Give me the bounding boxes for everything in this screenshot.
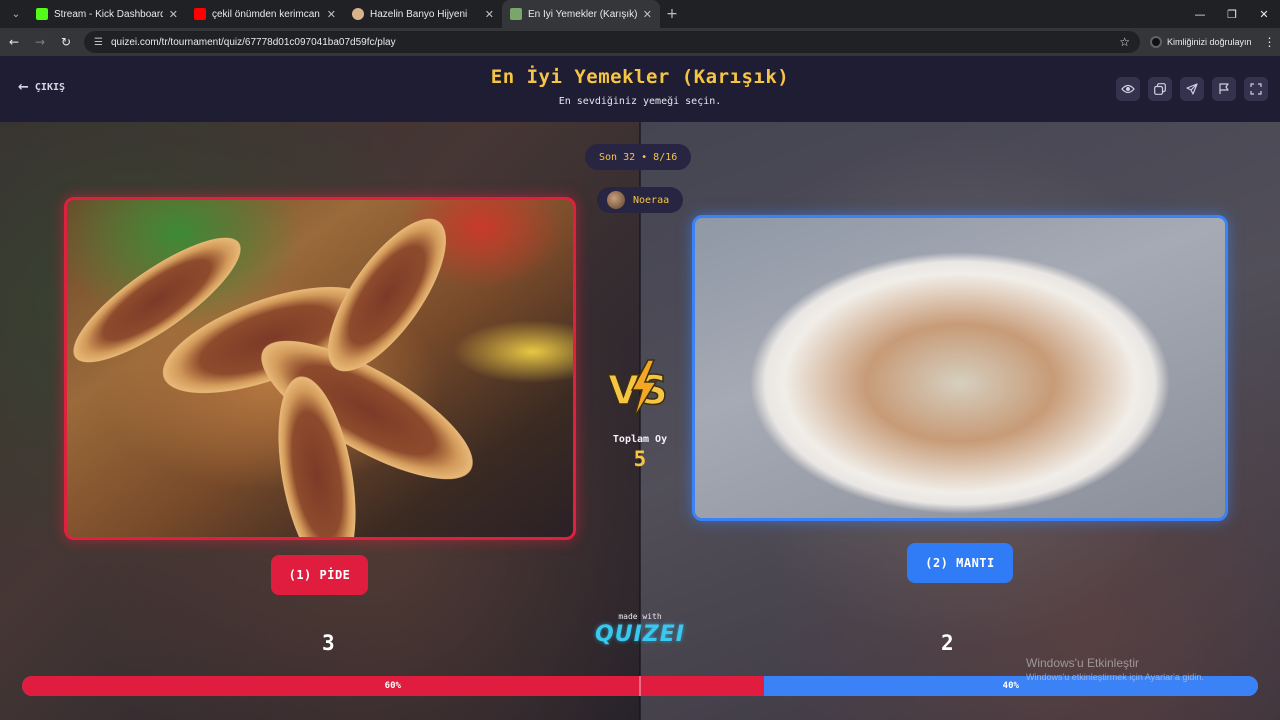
avatar-favicon-icon [352, 8, 364, 20]
browser-tab-hazelin[interactable]: Hazelin Banyo Hijyeni ✕ [344, 0, 502, 28]
browser-tab-strip: ⌄ Stream - Kick Dashboard ✕ çekil önümde… [0, 0, 1280, 28]
new-tab-plus-icon[interactable]: + [660, 6, 684, 22]
windows-activation-watermark: Windows'u Etkinleştir Windows'u etkinleş… [1026, 656, 1204, 682]
user-badge: Noeraa [597, 187, 684, 213]
quiz-subtitle: En sevdiğiniz yemeği seçin. [558, 96, 722, 107]
window-controls: — ❐ ✕ [1184, 0, 1280, 28]
tab-title: Stream - Kick Dashboard [54, 8, 163, 20]
tab-title: En İyi Yemekler (Karışık) - Tier List [528, 8, 637, 20]
total-votes-label: Toplam Oy [612, 434, 668, 445]
kick-favicon-icon [36, 8, 48, 20]
close-tab-icon[interactable]: ✕ [643, 8, 652, 21]
tab-title: çekil önümden kerimcan durmaz [212, 8, 321, 20]
quiz-header: ← ÇIKIŞ En İyi Yemekler (Karışık) En sev… [0, 56, 1280, 122]
user-avatar [607, 191, 625, 209]
close-tab-icon[interactable]: ✕ [485, 8, 494, 21]
send-icon[interactable] [1180, 77, 1204, 101]
eye-icon[interactable] [1116, 77, 1140, 101]
left-share-segment: 60% [22, 676, 764, 696]
bookmark-star-icon[interactable]: ☆ [1119, 35, 1130, 49]
site-info-icon[interactable]: ☰ [94, 37, 103, 48]
tab-search-chevron-icon[interactable]: ⌄ [4, 4, 28, 24]
total-votes-value: 5 [633, 447, 647, 471]
profile-avatar-icon [1150, 36, 1162, 48]
browser-tab-youtube[interactable]: çekil önümden kerimcan durmaz ✕ [186, 0, 344, 28]
watermark-line-2: Windows'u etkinleştirmek için Ayarlar'a … [1026, 672, 1204, 682]
browser-tab-quizei[interactable]: En İyi Yemekler (Karışık) - Tier List ✕ [502, 0, 660, 28]
quizei-logo: QUIZEI [595, 622, 685, 647]
quiz-title: En İyi Yemekler (Karışık) [490, 66, 790, 88]
close-window-icon[interactable]: ✕ [1248, 0, 1280, 28]
copy-icon[interactable] [1148, 77, 1172, 101]
round-indicator: Son 32 • 8/16 [585, 144, 692, 170]
right-vote-count: 2 [941, 631, 954, 655]
url-text[interactable]: quizei.com/tr/tournament/quiz/67778d01c0… [111, 37, 1119, 48]
browser-menu-icon[interactable]: ⋮ [1264, 35, 1276, 49]
vs-lightning-icon: VS [607, 359, 669, 419]
close-tab-icon[interactable]: ✕ [327, 8, 336, 21]
flag-icon[interactable] [1212, 77, 1236, 101]
reload-icon[interactable]: ↻ [54, 30, 78, 54]
browser-tab-kick[interactable]: Stream - Kick Dashboard ✕ [28, 0, 186, 28]
vs-block: VS Toplam Oy 5 [604, 356, 676, 471]
minimize-icon[interactable]: — [1184, 0, 1216, 28]
choose-right-button[interactable]: (2) MANTI [907, 543, 1013, 583]
made-with-label: made with [618, 612, 662, 621]
watermark-line-1: Windows'u Etkinleştir [1026, 656, 1139, 670]
browser-toolbar: ← → ↻ ☰ quizei.com/tr/tournament/quiz/67… [0, 28, 1280, 56]
quizei-favicon-icon [510, 8, 522, 20]
restore-icon[interactable]: ❐ [1216, 0, 1248, 28]
forward-arrow-icon[interactable]: → [28, 30, 52, 54]
fullscreen-icon[interactable] [1244, 77, 1268, 101]
user-name: Noeraa [633, 194, 670, 206]
right-option-image[interactable] [692, 215, 1228, 521]
profile-label: Kimliğinizi doğrulayın [1167, 37, 1252, 47]
youtube-favicon-icon [194, 8, 206, 20]
quiz-app: ← ÇIKIŞ En İyi Yemekler (Karışık) En sev… [0, 56, 1280, 720]
profile-button[interactable]: Kimliğinizi doğrulayın [1150, 31, 1252, 53]
choose-left-button[interactable]: (1) PİDE [271, 555, 368, 595]
tab-title: Hazelin Banyo Hijyeni [370, 8, 468, 20]
bar-center-marker [639, 676, 641, 696]
made-with-badge[interactable]: made with QUIZEI [580, 612, 700, 647]
back-arrow-icon[interactable]: ← [2, 30, 26, 54]
left-option-image[interactable] [64, 197, 576, 540]
header-tools [1116, 77, 1268, 101]
left-vote-count: 3 [322, 631, 335, 655]
address-bar[interactable]: ☰ quizei.com/tr/tournament/quiz/67778d01… [84, 31, 1140, 53]
close-tab-icon[interactable]: ✕ [169, 8, 178, 21]
